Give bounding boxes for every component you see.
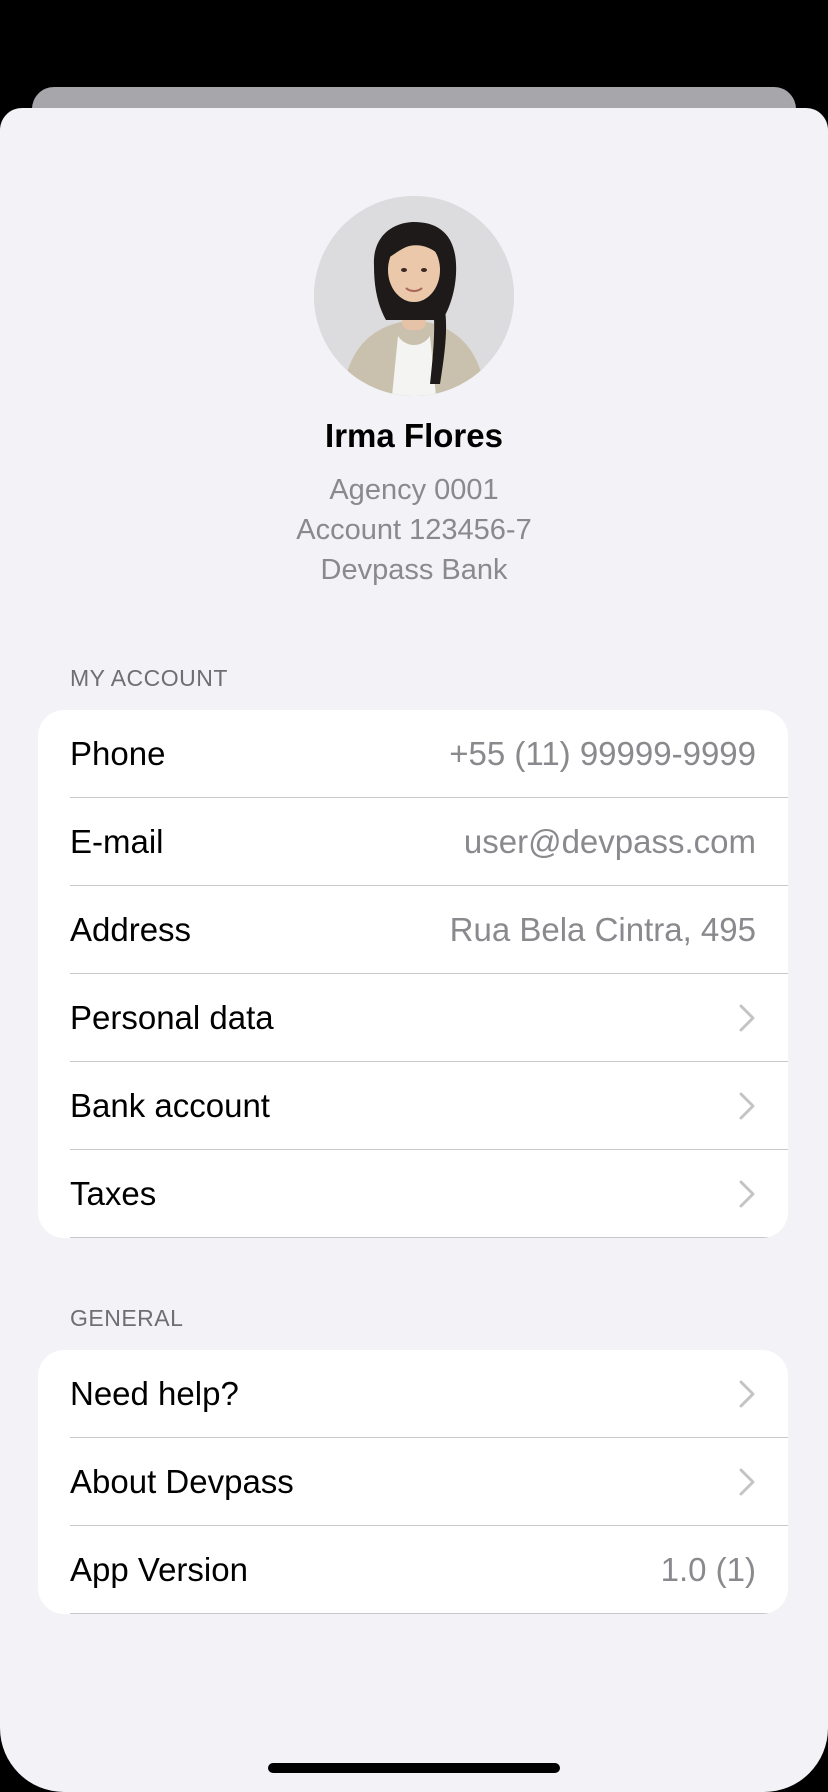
- profile-name: Irma Flores: [325, 417, 503, 454]
- home-indicator: [268, 1763, 560, 1773]
- bank-name: Devpass Bank: [320, 554, 508, 586]
- phone-screen: Irma Flores Agency 0001 Account 123456-7…: [0, 0, 828, 1792]
- personal-data-label: Personal data: [70, 999, 274, 1036]
- profile-header: Irma Flores Agency 0001 Account 123456-7…: [0, 196, 828, 590]
- avatar-photo: [314, 196, 514, 396]
- chevron-right-icon: [738, 1467, 756, 1497]
- profile-details: Agency 0001 Account 123456-7 Devpass Ban…: [0, 470, 828, 590]
- section-header-my-account: MY ACCOUNT: [70, 665, 228, 691]
- email-row[interactable]: E-mail user@devpass.com: [38, 798, 788, 886]
- phone-value: +55 (11) 99999-9999: [449, 735, 756, 772]
- app-version-value: 1.0 (1): [660, 1551, 756, 1588]
- my-account-group: Phone +55 (11) 99999-9999 E-mail user@de…: [38, 710, 788, 1238]
- chevron-right-icon: [738, 1091, 756, 1121]
- phone-label: Phone: [70, 735, 166, 772]
- taxes-label: Taxes: [70, 1175, 157, 1212]
- email-label: E-mail: [70, 823, 164, 860]
- avatar: [314, 196, 514, 396]
- about-devpass-row[interactable]: About Devpass: [38, 1438, 788, 1526]
- need-help-row[interactable]: Need help?: [38, 1350, 788, 1438]
- address-label: Address: [70, 911, 192, 948]
- bank-account-row[interactable]: Bank account: [38, 1062, 788, 1150]
- section-header-general: GENERAL: [70, 1305, 184, 1331]
- app-version-row: App Version 1.0 (1): [38, 1526, 788, 1614]
- chevron-right-icon: [738, 1379, 756, 1409]
- about-devpass-label: About Devpass: [70, 1463, 294, 1500]
- taxes-row[interactable]: Taxes: [38, 1150, 788, 1238]
- app-version-label: App Version: [70, 1551, 248, 1588]
- agency-number: Agency 0001: [329, 474, 499, 506]
- address-row[interactable]: Address Rua Bela Cintra, 495: [38, 886, 788, 974]
- personal-data-row[interactable]: Personal data: [38, 974, 788, 1062]
- address-value: Rua Bela Cintra, 495: [449, 911, 756, 948]
- chevron-right-icon: [738, 1179, 756, 1209]
- profile-sheet: Irma Flores Agency 0001 Account 123456-7…: [0, 108, 828, 1792]
- need-help-label: Need help?: [70, 1375, 239, 1412]
- phone-row[interactable]: Phone +55 (11) 99999-9999: [38, 710, 788, 798]
- bank-account-label: Bank account: [70, 1087, 270, 1124]
- email-value: user@devpass.com: [463, 823, 756, 860]
- general-group: Need help? About Devpass App Version 1.0…: [38, 1350, 788, 1614]
- account-number: Account 123456-7: [296, 514, 532, 546]
- chevron-right-icon: [738, 1003, 756, 1033]
